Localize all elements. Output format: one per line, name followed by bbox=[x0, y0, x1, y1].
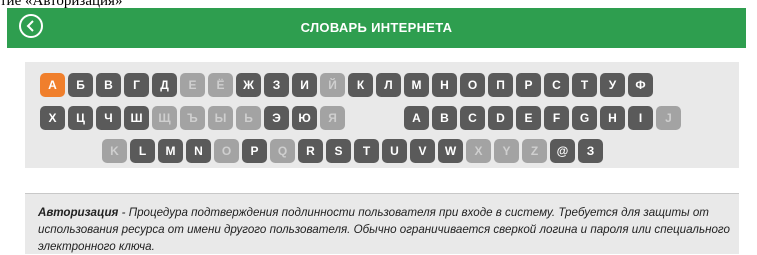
definition-term: Авторизация bbox=[38, 206, 119, 219]
letter-key[interactable]: Ц bbox=[68, 106, 93, 130]
letter-key[interactable]: М bbox=[404, 73, 429, 97]
letter-key[interactable]: S bbox=[326, 139, 351, 163]
letter-key: K bbox=[102, 139, 127, 163]
letter-key[interactable]: Г bbox=[124, 73, 149, 97]
letter-key[interactable]: L bbox=[130, 139, 155, 163]
header-bar: СЛОВАРЬ ИНТЕРНЕТА bbox=[7, 8, 746, 48]
keyboard-row-2: ХЦЧШЩЪЫЬЭЮЯ ABCDEFGHIJ bbox=[40, 106, 681, 130]
letter-key[interactable]: R bbox=[298, 139, 323, 163]
alphabet-keyboard: АБВГДЕЁЖЗИЙКЛМНОПРСТУФ ХЦЧШЩЪЫЬЭЮЯABCDEF… bbox=[25, 62, 739, 168]
letter-key: Q bbox=[270, 139, 295, 163]
letter-key[interactable]: B bbox=[432, 106, 457, 130]
letter-key[interactable]: А bbox=[40, 73, 65, 97]
letter-key[interactable]: M bbox=[158, 139, 183, 163]
letter-key[interactable]: U bbox=[382, 139, 407, 163]
letter-key[interactable]: W bbox=[438, 139, 463, 163]
letter-key[interactable]: З bbox=[264, 73, 289, 97]
keyboard-row-3: K L M N O P Q R S T U V W X Y Z @ З bbox=[102, 139, 603, 163]
letter-key[interactable]: C bbox=[460, 106, 485, 130]
letter-key[interactable]: П bbox=[488, 73, 513, 97]
letter-key: O bbox=[214, 139, 239, 163]
letter-key: Е bbox=[180, 73, 205, 97]
letter-key: Ъ bbox=[180, 106, 205, 130]
letter-key: Я bbox=[320, 106, 345, 130]
definition-text: Авторизация - Процедура подтверждения по… bbox=[38, 204, 730, 255]
letter-key[interactable]: Д bbox=[152, 73, 177, 97]
letter-key[interactable]: I bbox=[628, 106, 653, 130]
page-title: СЛОВАРЬ ИНТЕРНЕТА bbox=[300, 20, 453, 35]
letter-key: X bbox=[466, 139, 491, 163]
letter-key[interactable]: A bbox=[404, 106, 429, 130]
keyboard-row-1: АБВГДЕЁЖЗИЙКЛМНОПРСТУФ bbox=[40, 73, 653, 97]
letter-key[interactable]: Э bbox=[264, 106, 289, 130]
letter-key[interactable]: Х bbox=[40, 106, 65, 130]
letter-key: Щ bbox=[152, 106, 177, 130]
letter-key[interactable]: Ш bbox=[124, 106, 149, 130]
letter-key[interactable]: E bbox=[516, 106, 541, 130]
definition-panel: Авторизация - Процедура подтверждения по… bbox=[25, 193, 739, 254]
letter-key[interactable]: Р bbox=[516, 73, 541, 97]
letter-key[interactable]: И bbox=[292, 73, 317, 97]
letter-key[interactable]: N bbox=[186, 139, 211, 163]
letter-key[interactable]: Н bbox=[432, 73, 457, 97]
letter-key[interactable]: В bbox=[96, 73, 121, 97]
letter-key[interactable]: Л bbox=[376, 73, 401, 97]
letter-key[interactable]: H bbox=[600, 106, 625, 130]
letter-key[interactable]: F bbox=[544, 106, 569, 130]
letter-key[interactable]: У bbox=[600, 73, 625, 97]
letter-key[interactable]: Б bbox=[68, 73, 93, 97]
letter-key[interactable]: З bbox=[578, 139, 603, 163]
letter-key: Ь bbox=[236, 106, 261, 130]
letter-key[interactable]: Т bbox=[572, 73, 597, 97]
letter-key[interactable]: Ю bbox=[292, 106, 317, 130]
letter-key[interactable]: Ф bbox=[628, 73, 653, 97]
definition-body: - Процедура подтверждения подлинности по… bbox=[38, 206, 730, 253]
letter-key[interactable]: G bbox=[572, 106, 597, 130]
letter-key: Ё bbox=[208, 73, 233, 97]
letter-key[interactable]: Ж bbox=[236, 73, 261, 97]
letter-key[interactable]: Ч bbox=[96, 106, 121, 130]
letter-key: Z bbox=[522, 139, 547, 163]
letter-key[interactable]: К bbox=[348, 73, 373, 97]
letter-key: J bbox=[656, 106, 681, 130]
letter-key: Й bbox=[320, 73, 345, 97]
letter-key[interactable]: С bbox=[544, 73, 569, 97]
letter-key[interactable]: T bbox=[354, 139, 379, 163]
key-spacer bbox=[348, 106, 373, 130]
letter-key: Ы bbox=[208, 106, 233, 130]
letter-key: Y bbox=[494, 139, 519, 163]
letter-key[interactable]: @ bbox=[550, 139, 575, 163]
letter-key[interactable]: D bbox=[488, 106, 513, 130]
letter-key[interactable]: V bbox=[410, 139, 435, 163]
letter-key[interactable]: О bbox=[460, 73, 485, 97]
key-spacer bbox=[376, 106, 401, 130]
letter-key[interactable]: P bbox=[242, 139, 267, 163]
